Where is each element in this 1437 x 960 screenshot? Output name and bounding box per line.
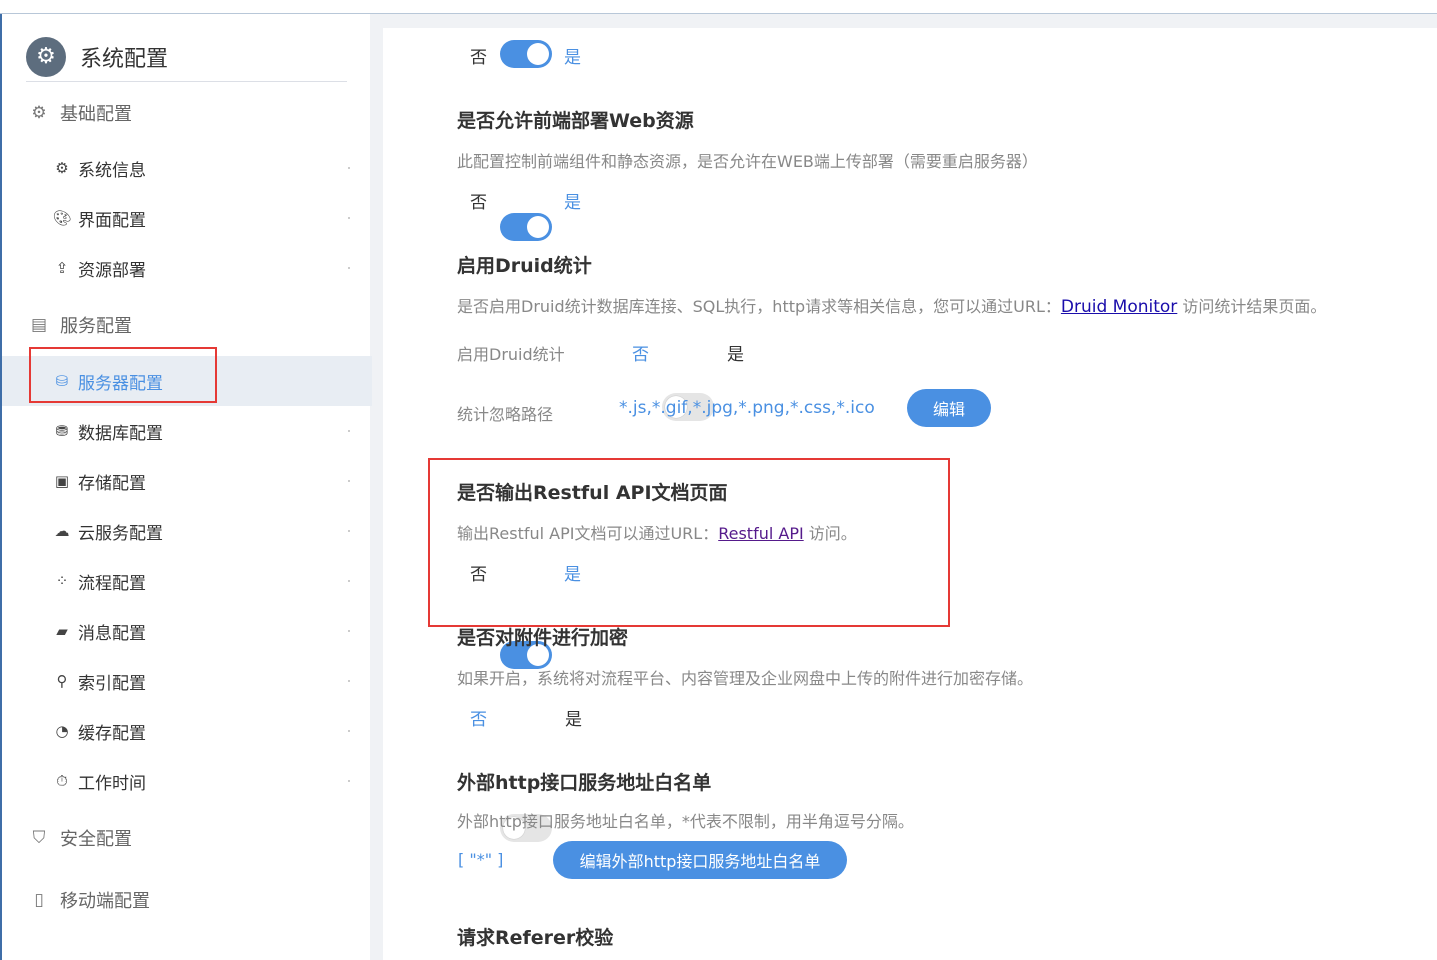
sidebar-item-label: 工作时间 [78,773,146,794]
pie-icon: ◔ [55,722,69,740]
sidebar-item-label: 系统信息 [78,160,146,181]
referer-title: 请求Referer校验 [457,927,614,949]
druid-title: 启用Druid统计 [457,255,592,277]
gear-icon: ⚙ [55,159,69,177]
window-top-bar [0,0,1437,14]
group-security-config[interactable]: ⛉ 安全配置 [28,823,132,853]
whitelist-title: 外部http接口服务地址白名单 [457,772,712,794]
sidebar-item-cache-config[interactable]: ◔ 缓存配置 [2,706,372,756]
sidebar-item-label: 界面配置 [78,210,146,231]
sidebar-item-message-config[interactable]: ▰ 消息配置 [2,606,372,656]
attachment-title: 是否对附件进行加密 [457,627,629,649]
whitelist-value: [ "*" ] [458,850,504,869]
dot [348,480,350,482]
edit-whitelist-button[interactable]: 编辑外部http接口服务地址白名单 [553,841,847,879]
message-icon: ▰ [56,622,68,640]
gear-icon: ⚙ [26,36,66,77]
toggle-no-label: 否 [470,710,487,730]
toggle-yes-label: 是 [727,345,744,365]
sidebar-item-label: 云服务配置 [78,523,163,544]
highlight-box [428,458,950,627]
toggle-no-label: 否 [470,48,487,68]
toggle-no-label: 否 [632,345,649,365]
dot [348,167,350,169]
toggle-no-label: 否 [470,193,487,213]
sidebar-item-resource-deploy[interactable]: ⇪ 资源部署 [2,243,372,293]
sidebar-item-label: 消息配置 [78,623,146,644]
cloud-icon: ☁ [54,522,70,540]
sidebar-item-label: 索引配置 [78,673,146,694]
druid-desc-suffix: 访问统计结果页面。 [1177,297,1327,316]
group-label: 安全配置 [60,829,132,850]
druid-ignore-label: 统计忽略路径 [457,405,554,424]
upload-icon: ⇪ [55,259,69,277]
sidebar-item-system-info[interactable]: ⚙ 系统信息 [2,143,372,193]
web-resource-desc: 此配置控制前端组件和静态资源，是否允许在WEB端上传部署（需要重启服务器） [457,152,1038,171]
sidebar-item-label: 缓存配置 [78,723,146,744]
druid-desc-prefix: 是否启用Druid统计数据库连接、SQL执行，http请求等相关信息，您可以通过… [457,297,1061,316]
flow-icon: ⁘ [55,572,69,590]
gear-icon: ⚙ [31,103,47,123]
group-label: 基础配置 [60,104,132,125]
attachment-desc: 如果开启，系统将对流程平台、内容管理及企业网盘中上传的附件进行加密存储。 [457,669,1034,688]
dot [348,217,350,219]
sidebar-item-index-config[interactable]: ⚲ 索引配置 [2,656,372,706]
stopwatch-icon: ⏱︎ [56,772,68,790]
druid-ignore-value: *.js,*.gif,*.jpg,*.png,*.css,*.ico [619,398,875,418]
group-basic-config[interactable]: ⚙ 基础配置 [28,98,132,128]
toggle-yes-label: 是 [564,193,581,213]
dot [348,430,350,432]
sidebar-title: 系统配置 [80,46,169,72]
sidebar-item-storage-config[interactable]: ▣ 存储配置 [2,456,372,506]
toggle-yes-label: 是 [564,48,581,68]
whitelist-desc: 外部http接口服务地址白名单，*代表不限制，用半角逗号分隔。 [457,812,914,831]
sidebar-item-label: 流程配置 [78,573,146,594]
sidebar-header: ⚙ 系统配置 [26,32,347,82]
search-icon: ⚲ [56,672,68,690]
server-icon: ▤ [30,315,48,335]
dot [348,780,350,782]
dot [348,530,350,532]
sidebar-item-work-time[interactable]: ⏱︎ 工作时间 [2,756,372,806]
top-toggle-switch[interactable] [500,40,552,68]
group-label: 服务配置 [60,316,132,337]
sidebar-item-label: 存储配置 [78,473,146,494]
group-mobile-config[interactable]: ▯ 移动端配置 [28,885,150,915]
group-label: 移动端配置 [60,891,150,912]
archive-icon: ▣ [54,472,70,490]
web-resource-toggle[interactable] [500,213,552,241]
sidebar-item-label: 资源部署 [78,260,146,281]
toggle-yes-label: 是 [565,710,582,730]
dot [348,730,350,732]
highlight-box [29,347,217,403]
dot [348,580,350,582]
dot [348,630,350,632]
sidebar-item-cloud-config[interactable]: ☁ 云服务配置 [2,506,372,556]
palette-icon: 🎨︎ [52,209,72,227]
sidebar: ⚙ 系统配置 ⚙ 基础配置 ⚙ 系统信息 🎨︎ 界面配置 ⇪ 资源部署 ▤ 服务… [0,14,372,960]
dot [348,267,350,269]
database-icon: ⛃ [55,422,69,440]
group-service-config[interactable]: ▤ 服务配置 [28,310,132,340]
mobile-icon: ▯ [34,890,44,910]
dot [348,680,350,682]
sidebar-item-ui-config[interactable]: 🎨︎ 界面配置 [2,193,372,243]
sidebar-item-label: 数据库配置 [78,423,163,444]
sidebar-item-database-config[interactable]: ⛃ 数据库配置 [2,406,372,456]
druid-edit-button[interactable]: 编辑 [907,389,991,427]
druid-enable-label: 启用Druid统计 [457,345,565,364]
web-resource-title: 是否允许前端部署Web资源 [457,110,694,132]
druid-desc: 是否启用Druid统计数据库连接、SQL执行，http请求等相关信息，您可以通过… [457,293,1326,317]
sidebar-item-flow-config[interactable]: ⁘ 流程配置 [2,556,372,606]
druid-monitor-link[interactable]: Druid Monitor [1061,297,1177,317]
shield-icon: ⛉ [32,828,46,848]
